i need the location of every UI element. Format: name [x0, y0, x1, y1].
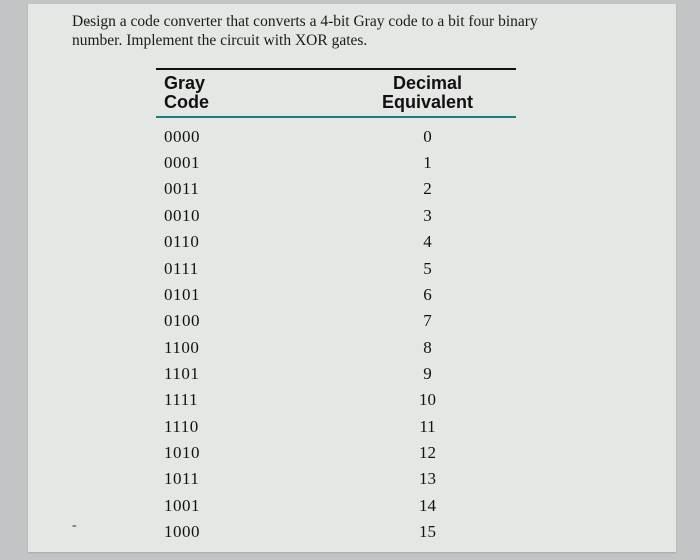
cell-decimal: 8 — [339, 335, 516, 361]
cell-decimal: 4 — [339, 229, 516, 255]
header-decimal-equivalent: Decimal Equivalent — [339, 74, 516, 112]
cell-gray-code: 1001 — [156, 493, 339, 519]
cell-decimal: 1 — [339, 150, 516, 176]
table-row: 01007 — [156, 308, 516, 334]
cell-gray-code: 1011 — [156, 466, 339, 492]
page-bullet-bottom: - — [72, 518, 77, 534]
table-row: 100114 — [156, 493, 516, 519]
cell-gray-code: 0100 — [156, 308, 339, 334]
cell-decimal: 14 — [339, 493, 516, 519]
table-row: 00011 — [156, 150, 516, 176]
table-row: 100015 — [156, 519, 516, 545]
cell-decimal: 0 — [339, 124, 516, 150]
cell-gray-code: 0011 — [156, 176, 339, 202]
cell-decimal: 10 — [339, 387, 516, 413]
table-body: 0000000011001120010301104011150101601007… — [156, 118, 516, 546]
cell-decimal: 11 — [339, 414, 516, 440]
problem-text: Design a code converter that converts a … — [72, 12, 676, 51]
header-gray-code: Gray Code — [156, 74, 339, 112]
cell-decimal: 9 — [339, 361, 516, 387]
table-row: 00112 — [156, 176, 516, 202]
cell-gray-code: 1110 — [156, 414, 339, 440]
cell-decimal: 13 — [339, 466, 516, 492]
cell-gray-code: 0001 — [156, 150, 339, 176]
cell-decimal: 15 — [339, 519, 516, 545]
table-row: 101012 — [156, 440, 516, 466]
paper-sheet: - Design a code converter that converts … — [28, 4, 676, 552]
cell-decimal: 7 — [339, 308, 516, 334]
cell-gray-code: 1100 — [156, 335, 339, 361]
cell-gray-code: 0000 — [156, 124, 339, 150]
header-gray-line1: Gray — [164, 73, 205, 93]
table-header: Gray Code Decimal Equivalent — [156, 68, 516, 118]
header-dec-line1: Decimal — [393, 73, 462, 93]
cell-gray-code: 1101 — [156, 361, 339, 387]
cell-decimal: 3 — [339, 203, 516, 229]
table-row: 101113 — [156, 466, 516, 492]
cell-decimal: 12 — [339, 440, 516, 466]
problem-line1: Design a code converter that converts a … — [72, 13, 538, 30]
cell-gray-code: 1111 — [156, 387, 339, 413]
table-row: 01016 — [156, 282, 516, 308]
gray-code-table: Gray Code Decimal Equivalent 00000000110… — [156, 68, 516, 545]
table-row: 01115 — [156, 256, 516, 282]
cell-gray-code: 1010 — [156, 440, 339, 466]
cell-decimal: 2 — [339, 176, 516, 202]
cell-gray-code: 0101 — [156, 282, 339, 308]
cell-gray-code: 0111 — [156, 256, 339, 282]
table-row: 00103 — [156, 203, 516, 229]
header-dec-line2: Equivalent — [382, 92, 473, 112]
table-row: 111011 — [156, 414, 516, 440]
table-row: 01104 — [156, 229, 516, 255]
cell-gray-code: 0110 — [156, 229, 339, 255]
problem-line2: number. Implement the circuit with XOR g… — [72, 32, 367, 49]
cell-decimal: 6 — [339, 282, 516, 308]
cell-gray-code: 0010 — [156, 203, 339, 229]
table-row: 111110 — [156, 387, 516, 413]
table-row: 11019 — [156, 361, 516, 387]
cell-decimal: 5 — [339, 256, 516, 282]
table-row: 00000 — [156, 124, 516, 150]
header-gray-line2: Code — [164, 92, 209, 112]
cell-gray-code: 1000 — [156, 519, 339, 545]
table-row: 11008 — [156, 335, 516, 361]
